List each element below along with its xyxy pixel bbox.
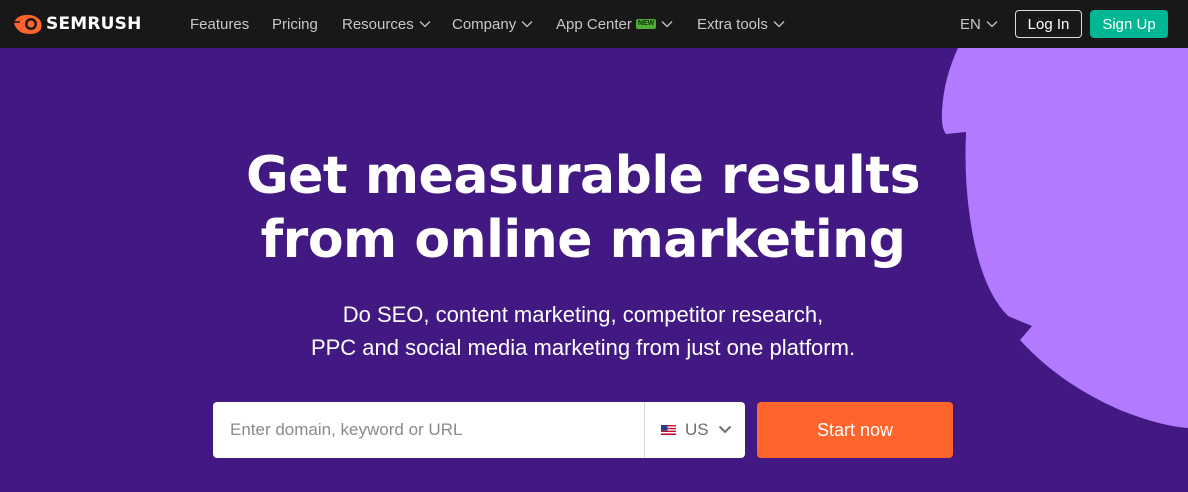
semrush-logo[interactable]: SEMRUSH <box>12 12 142 36</box>
hero-headline: Get measurable results from online marke… <box>0 144 1166 272</box>
nav-extra-tools-label: Extra tools <box>697 15 768 33</box>
semrush-flame-icon <box>13 14 42 35</box>
search-box: US <box>213 402 745 458</box>
chevron-down-icon <box>661 21 673 28</box>
nav-pricing-label: Pricing <box>272 15 318 33</box>
country-label: US <box>685 420 709 439</box>
nav-features-label: Features <box>190 15 250 33</box>
us-flag-icon <box>661 425 676 435</box>
hero-subheadline: Do SEO, content marketing, competitor re… <box>0 298 1166 364</box>
chevron-down-icon <box>521 21 533 28</box>
domain-search-input[interactable] <box>213 402 644 458</box>
chevron-down-icon <box>986 21 998 28</box>
nav-company[interactable]: Company <box>452 0 533 48</box>
nav-extra-tools[interactable]: Extra tools <box>697 0 785 48</box>
chevron-down-icon <box>419 21 431 28</box>
hero-subheadline-line-2: PPC and social media marketing from just… <box>310 335 856 360</box>
chevron-down-icon <box>718 425 732 434</box>
nav-app-center-label: App Center <box>556 15 632 33</box>
start-now-button[interactable]: Start now <box>757 402 953 458</box>
nav-resources[interactable]: Resources <box>342 0 431 48</box>
nav-pricing[interactable]: Pricing <box>272 0 318 48</box>
hero-subheadline-line-1: Do SEO, content marketing, competitor re… <box>342 302 824 327</box>
hero-headline-line-1: Get measurable results <box>245 146 921 206</box>
nav-company-label: Company <box>452 15 517 33</box>
brand-name: SEMRUSH <box>46 14 142 34</box>
login-button[interactable]: Log In <box>1015 10 1082 38</box>
country-selector[interactable]: US <box>645 402 745 458</box>
top-navigation: SEMRUSH Features Pricing Resources Compa… <box>0 0 1188 48</box>
nav-resources-label: Resources <box>342 15 414 33</box>
nav-app-center[interactable]: App Center NEW <box>556 0 673 48</box>
new-badge: NEW <box>635 19 657 29</box>
language-label: EN <box>960 15 981 33</box>
nav-features[interactable]: Features <box>190 0 249 48</box>
signup-button[interactable]: Sign Up <box>1090 10 1168 38</box>
chevron-down-icon <box>773 21 785 28</box>
hero-headline-line-2: from online marketing <box>260 210 906 270</box>
language-selector[interactable]: EN <box>960 0 998 48</box>
